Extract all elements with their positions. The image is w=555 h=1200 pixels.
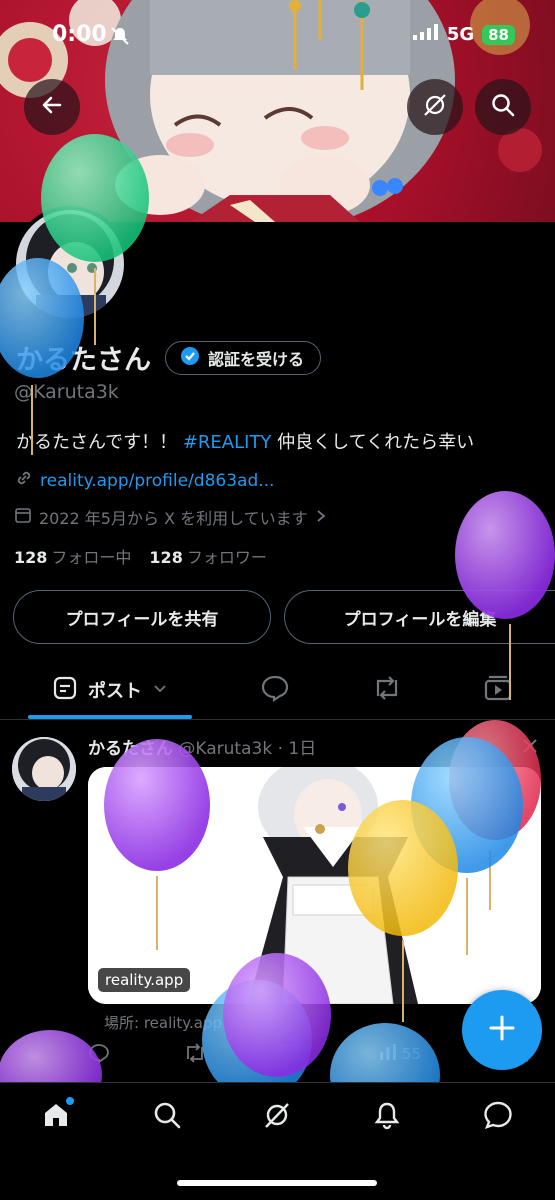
heart-icon [278, 1042, 300, 1068]
tab-posts[interactable]: ポスト [28, 660, 192, 720]
link-icon [14, 468, 34, 493]
search-icon [490, 92, 516, 122]
compose-post-button[interactable] [462, 990, 542, 1070]
bio-text-suffix: 仲良くしてくれたら幸い [271, 432, 475, 453]
grok-button[interactable] [407, 79, 463, 135]
bio-text: かるたさんです！！ [16, 432, 183, 453]
repost-action-icon [183, 1042, 207, 1068]
calendar-icon [14, 506, 32, 528]
back-button[interactable] [24, 79, 80, 135]
following-label: フォロー中 [51, 548, 132, 567]
nav-home[interactable] [36, 1097, 76, 1137]
website-link[interactable]: reality.app/profile/d863ad... [40, 471, 274, 491]
status-bar: 0:00 5G 88 [0, 0, 555, 70]
post-header: かるたさん @Karuta3k · 1日 [88, 734, 316, 759]
battery-indicator: 88 [482, 24, 515, 45]
bio-hashtag-link[interactable]: #REALITY [183, 432, 272, 453]
reply-icon [88, 1042, 110, 1068]
tab-media[interactable] [468, 660, 528, 720]
profile-website[interactable]: reality.app/profile/d863ad... [14, 468, 274, 493]
followers-link[interactable]: 128 フォロワー [149, 544, 266, 568]
nav-notifications[interactable] [367, 1097, 407, 1137]
home-indicator [177, 1180, 377, 1186]
search-icon [152, 1100, 182, 1134]
get-verified-button[interactable]: 認証を受ける [165, 340, 322, 375]
signal-icon [412, 24, 439, 45]
tab-replies[interactable] [245, 660, 305, 720]
profile-tabs: ポスト [0, 660, 555, 720]
views-icon [378, 1042, 398, 1066]
repost-button[interactable] [183, 1042, 207, 1068]
grok-icon [422, 92, 448, 122]
plus-icon [487, 1013, 517, 1047]
following-link[interactable]: 128 フォロー中 [14, 544, 131, 568]
nav-grok[interactable] [257, 1097, 297, 1137]
reply-button[interactable] [88, 1042, 110, 1068]
display-name: かるたさん [16, 345, 151, 376]
post-more-icon[interactable] [520, 736, 540, 761]
joined-label: 2022 年5月から X を利用しています [39, 509, 308, 528]
arrow-left-icon [40, 93, 64, 121]
joined-date[interactable]: 2022 年5月から X を利用しています [14, 505, 327, 529]
like-button[interactable] [278, 1042, 300, 1068]
post-author-meta: @Karuta3k · 1日 [173, 739, 317, 759]
status-time: 0:00 [52, 22, 107, 47]
edit-profile-button[interactable]: プロフィールを編集 [284, 590, 555, 644]
active-tab-indicator [28, 715, 192, 719]
speech-bubble-icon [260, 674, 290, 706]
profile-name-row: かるたさん 認証を受ける [16, 338, 322, 377]
repost-icon [371, 674, 403, 706]
message-bubble-icon [482, 1100, 514, 1134]
silent-mode-icon [110, 26, 130, 50]
bell-icon [372, 1100, 402, 1134]
chevron-right-icon [315, 508, 327, 527]
verified-badge-icon [180, 346, 200, 370]
video-icon [483, 674, 513, 706]
post-author-name[interactable]: かるたさん [88, 739, 173, 759]
nav-search[interactable] [147, 1097, 187, 1137]
views-button[interactable]: 55 [378, 1042, 421, 1066]
follow-stats: 128 フォロー中 128 フォロワー [14, 544, 267, 568]
views-count: 55 [402, 1045, 422, 1063]
status-indicators: 5G 88 [412, 24, 515, 45]
chevron-down-icon [152, 680, 168, 700]
home-icon [41, 1100, 71, 1134]
post-card-caption[interactable]: 場所: reality.app [104, 1012, 222, 1033]
following-count: 128 [14, 548, 48, 567]
home-notification-dot [66, 1097, 74, 1105]
profile-bio: かるたさんです！！ #REALITY 仲良くしてくれたら幸い [16, 428, 474, 454]
grok-icon [262, 1100, 292, 1134]
profile-handle: @Karuta3k [14, 381, 119, 403]
profile-avatar[interactable] [12, 206, 128, 322]
tab-posts-label: ポスト [88, 681, 142, 702]
post-card-domain: reality.app [98, 968, 191, 992]
search-button[interactable] [475, 79, 531, 135]
share-profile-button[interactable]: プロフィールを共有 [13, 590, 271, 644]
network-label: 5G [446, 24, 475, 45]
get-verified-label: 認証を受ける [208, 349, 305, 369]
followers-label: フォロワー [186, 548, 267, 567]
followers-count: 128 [149, 548, 183, 567]
nav-messages[interactable] [478, 1097, 518, 1137]
posts-icon [52, 675, 78, 705]
tab-reposts[interactable] [357, 660, 417, 720]
post-author-avatar[interactable] [12, 737, 76, 801]
